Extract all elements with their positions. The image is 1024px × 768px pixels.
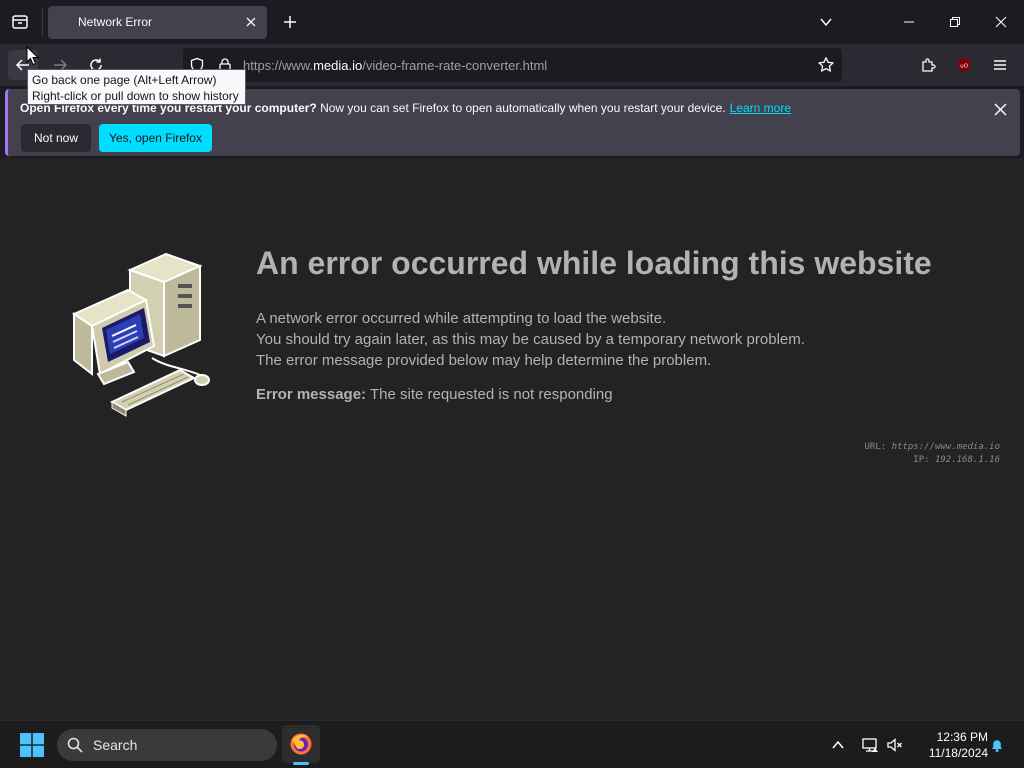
bookmark-star-icon[interactable]	[817, 56, 835, 74]
new-tab-button[interactable]	[278, 10, 302, 34]
computer-illustration-icon	[71, 252, 210, 417]
ublock-origin-button[interactable]: uO	[949, 50, 979, 80]
error-message-value: The site requested is not responding	[369, 386, 613, 403]
firefox-icon	[290, 733, 312, 755]
app-menu-button[interactable]	[985, 50, 1015, 80]
error-description-line-1: A network error occurred while attemptin…	[256, 310, 667, 327]
search-icon	[67, 737, 83, 753]
tab-network-error[interactable]: Network Error	[48, 6, 267, 39]
close-icon	[993, 102, 1007, 116]
restore-icon	[950, 17, 960, 27]
mouse-cursor-icon	[26, 46, 40, 66]
ublock-shield-icon: uO	[958, 58, 970, 72]
taskbar-search[interactable]: Search	[57, 729, 277, 761]
speaker-muted-icon	[887, 738, 902, 752]
network-status-button[interactable]	[860, 735, 880, 755]
url-prefix: https://www.	[243, 58, 314, 73]
url-bar[interactable]: https://www.media.io/video-frame-rate-co…	[183, 48, 842, 82]
chevron-down-icon	[820, 18, 832, 27]
tooltip-line-2: Right-click or pull down to show history	[32, 89, 239, 103]
screen: Network Error https://www.media.io/video…	[0, 0, 1024, 768]
hamburger-menu-icon	[994, 60, 1006, 70]
error-page: An error occurred while loading this web…	[0, 158, 1024, 720]
volume-button[interactable]	[885, 735, 905, 755]
tab-close-button[interactable]	[243, 14, 259, 30]
tab-title: Network Error	[78, 15, 153, 29]
active-app-indicator	[293, 762, 309, 765]
tab-strip: Network Error	[0, 0, 1024, 44]
tab-separator	[42, 8, 43, 36]
chevron-up-icon	[832, 740, 844, 749]
bell-icon	[992, 740, 1002, 752]
clock-date: 11/18/2024	[928, 746, 988, 760]
windows-logo-icon	[20, 733, 44, 757]
url-host: media.io	[313, 58, 363, 73]
url-text[interactable]: https://www.media.io/video-frame-rate-co…	[243, 58, 547, 73]
notification-message: Now you can set Firefox to open automati…	[320, 101, 726, 115]
start-button[interactable]	[20, 733, 44, 757]
notifications-button[interactable]	[987, 735, 1007, 755]
error-title: An error occurred while loading this web…	[256, 245, 932, 281]
close-icon	[246, 17, 256, 27]
debug-info: URL: https://www.media.io IP: 192.168.1.…	[865, 441, 1000, 467]
firefox-view-icon	[12, 15, 28, 29]
search-label: Search	[93, 737, 138, 753]
svg-text:uO: uO	[960, 64, 968, 70]
puzzle-icon	[922, 58, 936, 72]
list-all-tabs-button[interactable]	[814, 10, 838, 34]
error-description-line-2: You should try again later, as this may …	[256, 331, 805, 348]
close-icon	[995, 16, 1007, 28]
firefox-taskbar-button[interactable]	[282, 725, 320, 763]
yes-open-firefox-button[interactable]: Yes, open Firefox	[99, 124, 212, 152]
clock-time: 12:36 PM	[936, 730, 988, 744]
learn-more-link[interactable]: Learn more	[730, 101, 791, 115]
error-description-line-3: The error message provided below may hel…	[256, 352, 712, 369]
close-window-button[interactable]	[989, 10, 1013, 34]
taskbar: Search 12:36 PM 11/18/2024	[0, 720, 1024, 768]
not-now-button[interactable]: Not now	[21, 124, 91, 152]
url-path: /video-frame-rate-converter.html	[362, 58, 548, 73]
plus-icon	[284, 16, 296, 28]
debug-url-label: URL:	[864, 442, 887, 452]
extensions-button[interactable]	[913, 50, 943, 80]
system-clock[interactable]: 12:36 PM 11/18/2024	[912, 729, 988, 761]
error-message-label: Error message:	[256, 386, 367, 403]
restore-button[interactable]	[943, 10, 967, 34]
tooltip-line-1: Go back one page (Alt+Left Arrow)	[32, 73, 217, 87]
minimize-icon	[904, 21, 914, 23]
show-hidden-icons-button[interactable]	[828, 735, 848, 755]
notification-close-button[interactable]	[990, 99, 1010, 119]
debug-url-value: https://www.media.io	[891, 442, 1000, 452]
error-message: Error message: The site requested is not…	[256, 386, 613, 403]
debug-ip-value: 192.168.1.16	[934, 455, 1000, 465]
back-button-tooltip: Go back one page (Alt+Left Arrow) Right-…	[27, 69, 246, 105]
network-monitor-icon	[862, 738, 878, 752]
firefox-view-button[interactable]	[8, 10, 32, 34]
minimize-button[interactable]	[897, 10, 921, 34]
debug-ip-label: IP:	[913, 455, 930, 465]
error-description: A network error occurred while attemptin…	[256, 308, 805, 371]
